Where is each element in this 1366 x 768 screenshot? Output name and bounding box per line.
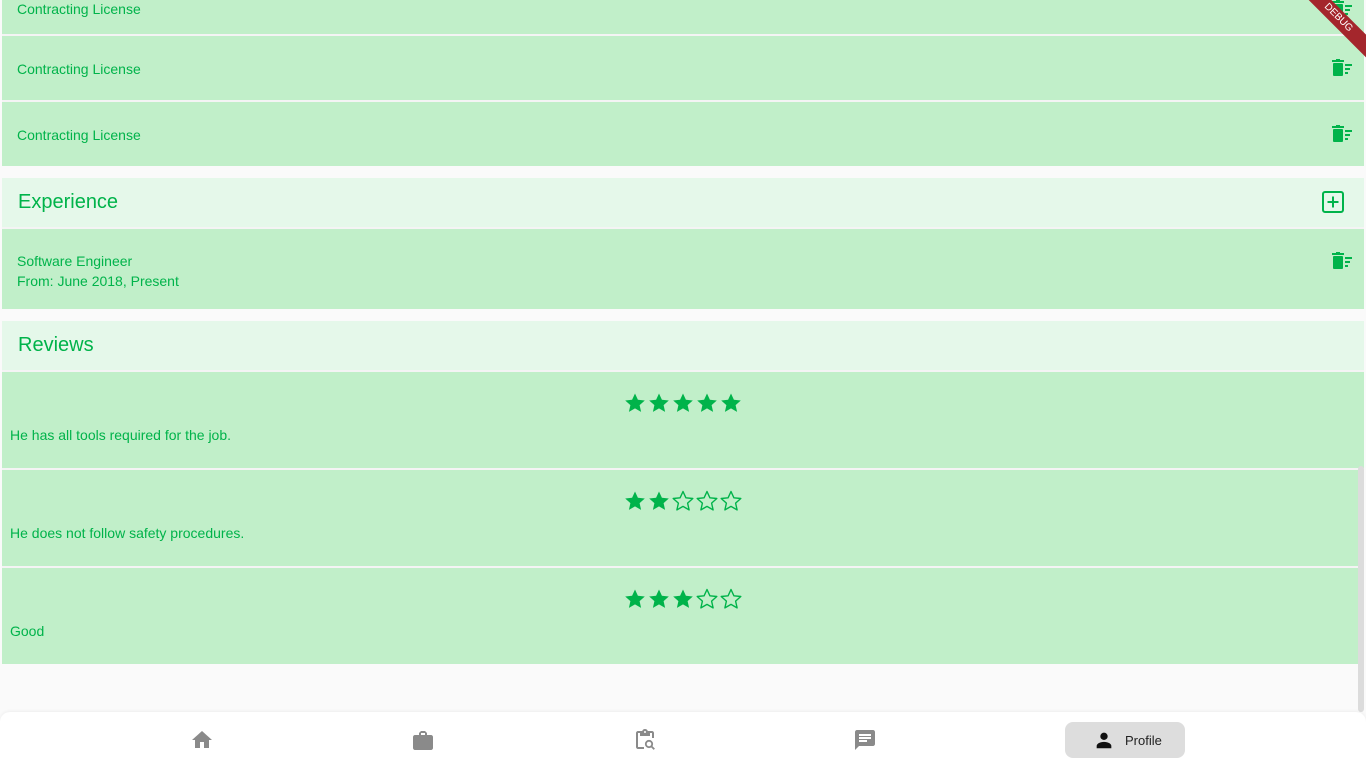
profile-page: Contracting License Contracting License …: [0, 0, 1366, 768]
star-outline-icon: [696, 588, 718, 609]
star-filled-icon: [673, 589, 693, 608]
review-item: He has all tools required for the job.: [2, 372, 1364, 468]
star-rating: [623, 488, 743, 514]
license-label: Contracting License: [17, 61, 141, 77]
license-label: Contracting License: [17, 127, 141, 143]
star-filled-icon: [649, 491, 669, 510]
person-icon: [1096, 732, 1112, 749]
review-text: Good: [10, 623, 45, 639]
star-outline-icon: [696, 490, 718, 511]
star-filled-icon: [625, 491, 645, 510]
star-outline-icon: [672, 490, 694, 511]
briefcase-icon[interactable]: [411, 728, 435, 752]
clipboard-search-icon[interactable]: [633, 728, 657, 752]
review-text: He does not follow safety procedures.: [10, 525, 245, 541]
star-rating: [623, 390, 743, 416]
experience-job: Software Engineer: [17, 253, 133, 269]
star-filled-icon: [649, 393, 669, 412]
nav-profile-tab[interactable]: Profile: [1065, 722, 1185, 758]
experience-item: Software Engineer From: June 2018, Prese…: [2, 229, 1364, 309]
home-icon[interactable]: [190, 728, 214, 752]
chat-icon[interactable]: [853, 728, 877, 752]
star-filled-icon: [625, 393, 645, 412]
star-rating: [623, 586, 743, 612]
license-label: Contracting License: [17, 1, 141, 17]
reviews-title: Reviews: [18, 334, 94, 356]
license-item: Contracting License: [2, 102, 1364, 166]
experience-dates: From: June 2018, Present: [17, 273, 179, 289]
delete-sweep-icon[interactable]: [1332, 59, 1352, 77]
star-filled-icon: [673, 393, 693, 412]
star-filled-icon: [649, 589, 669, 608]
delete-sweep-icon[interactable]: [1332, 125, 1352, 143]
experience-header: Experience: [2, 178, 1364, 228]
star-filled-icon: [697, 393, 717, 412]
review-item: He does not follow safety procedures.: [2, 470, 1364, 566]
reviews-header: Reviews: [2, 321, 1364, 371]
star-outline-icon: [720, 490, 742, 511]
review-text: He has all tools required for the job.: [10, 427, 232, 443]
star-filled-icon: [721, 393, 741, 412]
scrollbar[interactable]: [1358, 466, 1364, 712]
experience-title: Experience: [18, 191, 119, 213]
star-filled-icon: [625, 589, 645, 608]
nav-profile-label: Profile: [1125, 733, 1162, 748]
bottom-navigation-bar: Profile: [0, 712, 1366, 768]
star-outline-icon: [720, 588, 742, 609]
add-box-icon[interactable]: [1321, 190, 1345, 214]
delete-sweep-icon[interactable]: [1332, 252, 1352, 270]
license-item: Contracting License: [2, 0, 1364, 34]
license-item: Contracting License: [2, 36, 1364, 100]
review-item: Good: [2, 568, 1364, 664]
